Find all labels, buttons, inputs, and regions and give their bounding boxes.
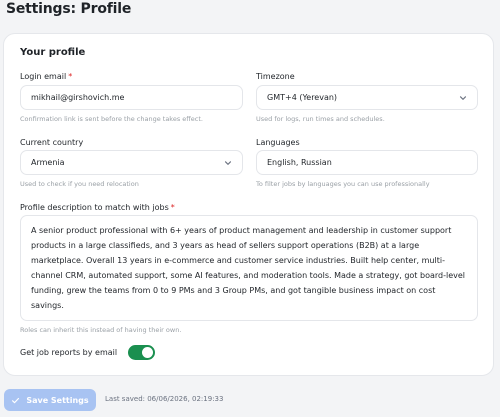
timezone-help: Used for logs, run times and schedules.: [256, 115, 385, 123]
chevron-down-icon: [459, 96, 467, 100]
country-help: Used to check if you need relocation: [20, 180, 139, 188]
languages-help: To filter jobs by languages you can use …: [256, 180, 430, 188]
country-select[interactable]: Armenia: [20, 150, 243, 175]
check-icon: [12, 397, 20, 403]
login-email-help: Confirmation link is sent before the cha…: [20, 115, 203, 123]
required-mark: *: [68, 72, 73, 81]
timezone-label: Timezone: [256, 72, 295, 81]
languages-field[interactable]: English, Russian: [256, 150, 478, 175]
login-email-field[interactable]: mikhail@girshovich.me: [20, 85, 243, 110]
job-reports-toggle[interactable]: [128, 345, 155, 360]
required-mark: *: [170, 203, 175, 212]
description-textarea[interactable]: A senior product professional with 6+ ye…: [20, 215, 478, 321]
toggle-knob: [142, 347, 153, 358]
timezone-value: GMT+4 (Yerevan): [267, 93, 338, 102]
last-saved-text: Last saved: 06/06/2026, 02:19:33: [105, 395, 224, 403]
languages-label: Languages: [256, 138, 300, 147]
country-label: Current country: [20, 138, 84, 147]
description-label: Profile description to match with jobs *: [20, 203, 175, 212]
chevron-down-icon: [224, 161, 232, 165]
profile-card: Your profile Login email * mikhail@girsho…: [3, 33, 494, 376]
job-reports-label: Get job reports by email: [20, 348, 118, 357]
save-settings-button[interactable]: Save Settings: [4, 389, 96, 411]
login-email-label-text: Login email: [20, 72, 67, 81]
login-email-value: mikhail@girshovich.me: [31, 93, 125, 102]
timezone-select[interactable]: GMT+4 (Yerevan): [256, 85, 478, 110]
description-label-text: Profile description to match with jobs: [20, 203, 169, 212]
country-value: Armenia: [31, 158, 65, 167]
description-help: Roles can inherit this instead of having…: [20, 326, 182, 334]
languages-value: English, Russian: [267, 158, 332, 167]
page-title: Settings: Profile: [6, 1, 132, 17]
section-title: Your profile: [20, 47, 86, 58]
login-email-label: Login email *: [20, 72, 72, 81]
save-settings-label: Save Settings: [26, 395, 89, 405]
